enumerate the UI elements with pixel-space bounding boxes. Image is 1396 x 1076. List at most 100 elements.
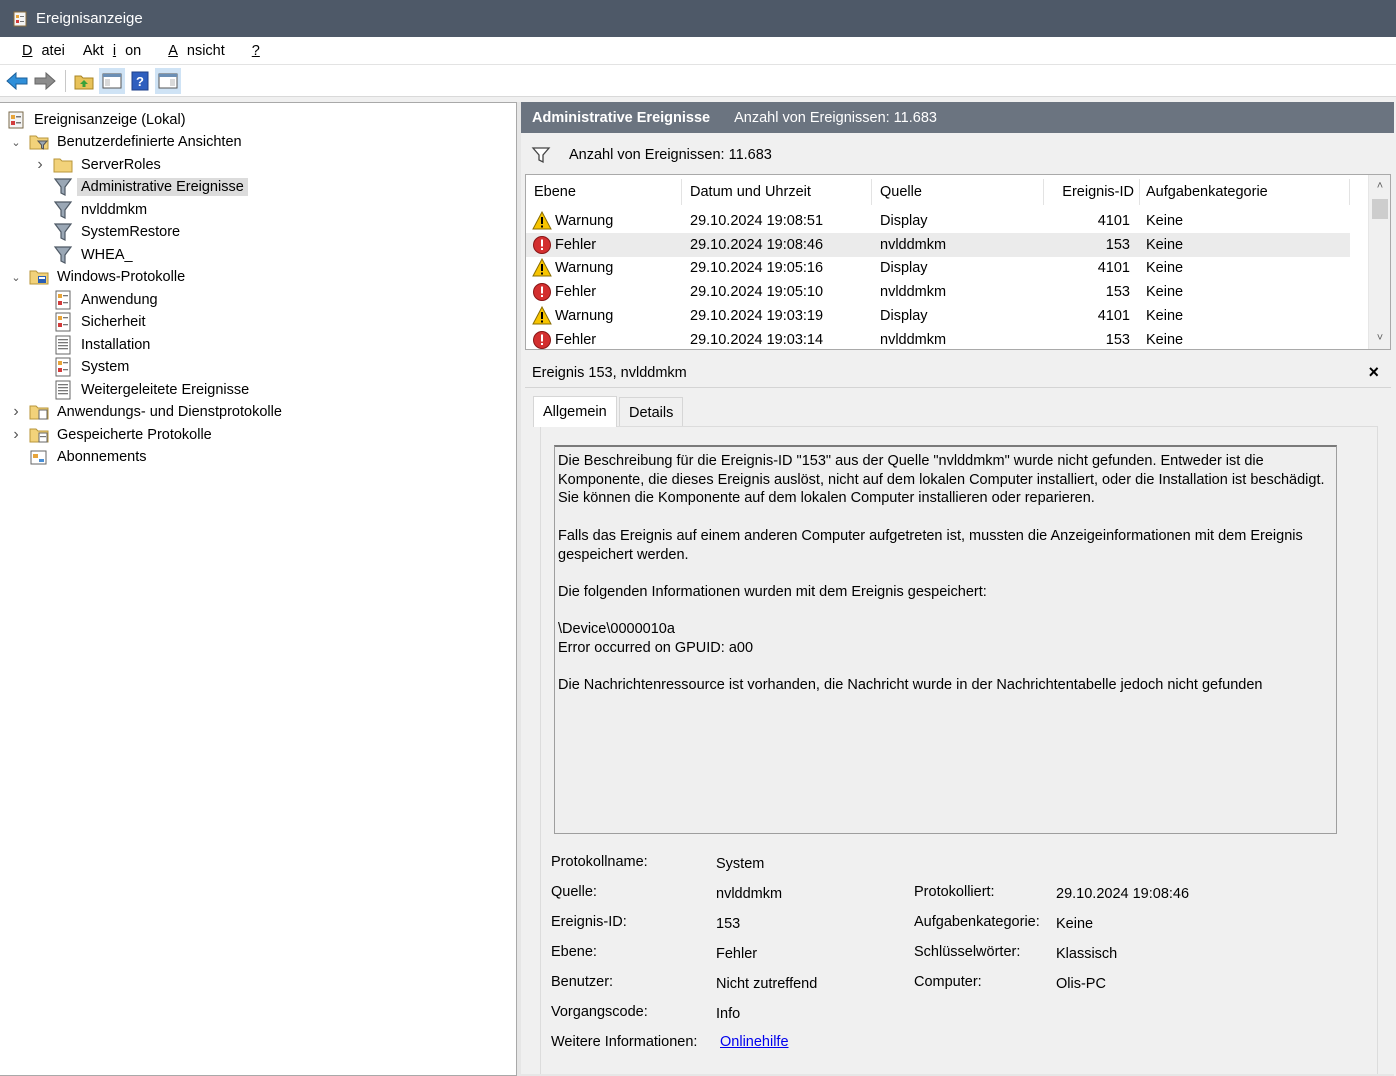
- event-row[interactable]: Fehler 29.10.2024 19:05:10 nvlddmkm 153 Kein…: [526, 280, 1350, 304]
- cell-datum: 29.10.2024 19:05:10: [690, 284, 824, 301]
- cell-ebene: Fehler: [526, 280, 682, 304]
- chevron-right-icon[interactable]: ›: [9, 403, 23, 420]
- label-schluesselwoerter: Schlüsselwörter:: [914, 944, 1021, 960]
- tree-item-label: System: [81, 359, 130, 375]
- tree-item[interactable]: Ereignisanzeige (Lokal): [6, 109, 190, 131]
- scrollbar-thumb[interactable]: [1372, 199, 1388, 219]
- cell-aufgabenkategorie: Keine: [1146, 307, 1184, 324]
- toolbar-separator: [65, 69, 66, 92]
- tree-item[interactable]: System: [33, 356, 133, 378]
- tree-item[interactable]: › Gespeicherte Protokolle: [9, 424, 216, 446]
- tree-item-label: Gespeicherte Protokolle: [57, 427, 212, 443]
- tree-item[interactable]: Installation: [33, 334, 154, 356]
- show-hide-tree-icon: [102, 73, 122, 88]
- tree-item-label: Sicherheit: [81, 314, 146, 330]
- tree-item[interactable]: ⌄ Benutzerdefinierte Ansichten: [9, 131, 246, 153]
- show-hide-tree-button[interactable]: [99, 67, 125, 94]
- column-header-quelle[interactable]: Quelle: [872, 175, 1044, 209]
- onlinehilfe-link[interactable]: Onlinehilfe: [720, 1034, 789, 1050]
- tree-item[interactable]: › ServerRoles: [33, 154, 165, 176]
- cell-ereignis-id: 4101: [1097, 213, 1130, 229]
- filter-icon: [531, 146, 551, 163]
- back-button[interactable]: [4, 68, 30, 94]
- tree-item-label: Administrative Ereignisse: [77, 178, 248, 196]
- label-weitere-informationen: Weitere Informationen:: [551, 1034, 698, 1050]
- tree-item[interactable]: SystemRestore: [33, 221, 184, 243]
- window-title: Ereignisanzeige: [36, 10, 143, 27]
- title-bar: Ereignisanzeige: [0, 0, 1396, 37]
- warning-icon: [532, 210, 552, 231]
- menu-aktion[interactable]: Akt i on: [74, 43, 150, 59]
- event-row[interactable]: Warnung 29.10.2024 19:08:51 Display 4101 Kei…: [526, 209, 1350, 233]
- value-aufgabenkategorie: Keine: [1056, 916, 1094, 932]
- menu-ansicht[interactable]: Ansicht: [150, 43, 234, 59]
- event-row[interactable]: Warnung 29.10.2024 19:05:16 Display 4101 Kei…: [526, 256, 1350, 280]
- cell-aufgabenkategorie: Keine: [1146, 284, 1184, 301]
- show-hide-action-pane-button[interactable]: [155, 67, 181, 94]
- event-detail-header: Ereignis 153, nvlddmkm ×: [525, 358, 1391, 388]
- tree-item[interactable]: Sicherheit: [33, 311, 149, 333]
- filter-icon: [53, 245, 73, 265]
- toolbar: ?: [0, 65, 1396, 97]
- event-row[interactable]: Fehler 29.10.2024 19:03:14 nvlddmkm 153 Kein…: [526, 328, 1350, 350]
- event-description[interactable]: Die Beschreibung für die Ereignis-ID "15…: [554, 445, 1337, 834]
- description-paragraph: \Device\0000010a Error occurred on GPUID…: [558, 621, 754, 656]
- column-header-ereignis-id[interactable]: Ereignis-ID: [1044, 175, 1140, 209]
- event-row[interactable]: Fehler 29.10.2024 19:08:46 nvlddmkm 153 Kein…: [526, 232, 1350, 257]
- tree-item[interactable]: Weitergeleitete Ereignisse: [33, 379, 253, 401]
- tree-item-label: SystemRestore: [81, 224, 181, 240]
- scroll-up-icon[interactable]: ˄: [1369, 177, 1390, 195]
- tree-item[interactable]: Anwendung: [33, 289, 162, 311]
- console-tree: Ereignisanzeige (Lokal) ⌄ Benutzerdefinier…: [0, 102, 517, 1076]
- event-row[interactable]: Warnung 29.10.2024 19:03:19 Display 4101 Kei…: [526, 304, 1350, 328]
- back-icon: [6, 71, 28, 90]
- cell-ebene: Warnung: [526, 304, 682, 328]
- menu-help[interactable]: ?: [234, 43, 278, 59]
- filter-bar: Anzahl von Ereignissen: 11.683: [525, 137, 1391, 172]
- scroll-down-icon[interactable]: ˅: [1369, 329, 1390, 347]
- svg-text:?: ?: [136, 74, 144, 89]
- chevron-down-icon[interactable]: ⌄: [9, 135, 23, 149]
- tab-details[interactable]: Details: [619, 397, 684, 427]
- help-button[interactable]: ?: [127, 68, 153, 94]
- chevron-down-icon[interactable]: ⌄: [9, 270, 23, 284]
- tree-item[interactable]: WHEA_: [33, 244, 137, 266]
- tree-item[interactable]: ⌄ Windows-Protokolle: [9, 266, 189, 288]
- pane-splitter[interactable]: [517, 102, 521, 1076]
- cell-ereignis-id: 153: [1105, 236, 1130, 253]
- tree-item[interactable]: › Anwendungs- und Dienstprotokolle: [9, 401, 286, 423]
- log-plain-icon: [53, 380, 73, 400]
- column-header-aufgabenkategorie[interactable]: Aufgabenkategorie: [1140, 175, 1350, 209]
- tree-item-label: Installation: [81, 337, 151, 353]
- folder-up-button[interactable]: [71, 68, 97, 94]
- label-computer: Computer:: [914, 974, 982, 990]
- tree-item[interactable]: nvlddmkm: [33, 199, 151, 221]
- cell-ebene: Fehler: [526, 328, 682, 350]
- chevron-right-icon[interactable]: ›: [33, 156, 47, 173]
- tree-item-label: Benutzerdefinierte Ansichten: [57, 134, 242, 150]
- cell-ebene: Warnung: [526, 209, 682, 233]
- column-header-datum[interactable]: Datum und Uhrzeit: [682, 175, 872, 209]
- menu-datei[interactable]: Datei: [4, 43, 74, 59]
- tree-item[interactable]: Administrative Ereignisse: [33, 176, 248, 198]
- description-paragraph: Falls das Ereignis auf einem anderen Com…: [558, 527, 1303, 563]
- forward-button[interactable]: [32, 68, 58, 94]
- tab-allgemein[interactable]: Allgemein: [533, 396, 617, 427]
- close-icon[interactable]: ×: [1368, 362, 1379, 383]
- error-icon: [532, 282, 552, 302]
- log-icon: [53, 357, 73, 377]
- log-icon: [53, 312, 73, 332]
- show-hide-action-pane-icon: [158, 73, 178, 88]
- chevron-right-icon[interactable]: ›: [9, 426, 23, 443]
- label-benutzer: Benutzer:: [551, 974, 614, 990]
- view-title: Administrative Ereignisse: [532, 109, 711, 126]
- column-header-ebene[interactable]: Ebene: [526, 175, 682, 209]
- tree-item[interactable]: Abonnements: [9, 446, 150, 468]
- cell-quelle: nvlddmkm: [880, 284, 947, 301]
- event-list-scrollbar[interactable]: ˄ ˅: [1368, 175, 1390, 349]
- tree-item-label: Ereignisanzeige (Lokal): [34, 112, 186, 128]
- event-detail-title: Ereignis 153, nvlddmkm: [532, 364, 687, 381]
- description-paragraph: Die Beschreibung für die Ereignis-ID "15…: [558, 453, 1325, 507]
- cell-ebene-text: Fehler: [555, 331, 597, 348]
